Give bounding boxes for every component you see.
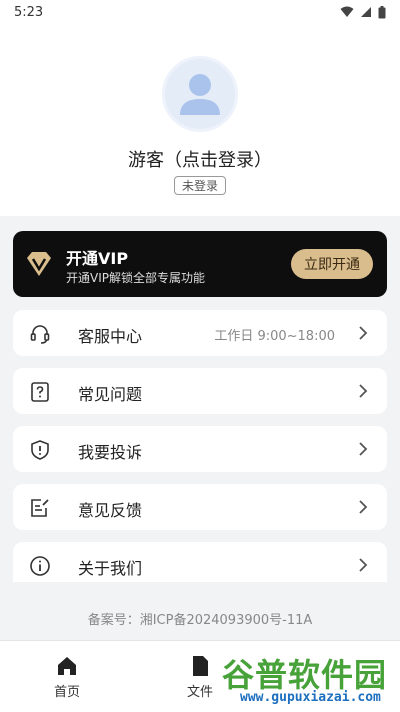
menu-item-label: 关于我们 xyxy=(78,559,143,578)
signal-icon xyxy=(361,7,371,17)
headset-icon xyxy=(30,325,50,344)
vip-banner[interactable]: 开通VIP 开通VIP解锁全部专属功能 立即开通 xyxy=(13,231,387,297)
vip-title: 开通VIP xyxy=(66,249,129,268)
tab-home[interactable]: 首页 xyxy=(27,655,107,700)
chevron-right-icon xyxy=(359,326,368,340)
chevron-right-icon xyxy=(359,384,368,398)
menu-item-label: 常见问题 xyxy=(78,385,143,404)
question-icon xyxy=(31,382,49,402)
file-icon xyxy=(193,656,208,676)
watermark-logo: 谷普软件园 www.gupuxiazai.com xyxy=(218,648,398,708)
menu-item-label: 我要投诉 xyxy=(78,443,143,462)
chevron-right-icon xyxy=(359,558,368,572)
vip-subtitle: 开通VIP解锁全部专属功能 xyxy=(66,271,205,285)
status-bar: 5:23 xyxy=(0,0,400,24)
username-login-link[interactable]: 游客（点击登录） xyxy=(0,146,400,172)
menu-item-customer-service[interactable]: 客服中心 工作日 9:00~18:00 xyxy=(13,310,387,356)
chevron-right-icon xyxy=(359,442,368,456)
icp-record: 备案号：湘ICP备2024093900号-11A xyxy=(87,613,313,628)
menu-item-faq[interactable]: 常见问题 xyxy=(13,368,387,414)
status-time: 5:23 xyxy=(14,4,44,20)
info-icon xyxy=(30,556,50,576)
wifi-icon xyxy=(340,6,354,17)
status-icons xyxy=(340,5,386,19)
menu-item-about[interactable]: 关于我们 xyxy=(13,542,387,582)
open-vip-button[interactable]: 立即开通 xyxy=(291,249,373,279)
profile-header: 游客（点击登录） 未登录 xyxy=(0,24,400,216)
battery-icon xyxy=(378,5,386,18)
menu-item-label: 意见反馈 xyxy=(78,501,143,520)
service-hours: 工作日 9:00~18:00 xyxy=(214,329,335,344)
menu-item-feedback[interactable]: 意见反馈 xyxy=(13,484,387,530)
tab-home-label: 首页 xyxy=(53,685,80,700)
menu-item-label: 客服中心 xyxy=(78,327,143,346)
user-avatar-icon xyxy=(180,74,220,115)
menu-item-complaint[interactable]: 我要投诉 xyxy=(13,426,387,472)
avatar[interactable] xyxy=(162,56,238,132)
feedback-icon xyxy=(31,499,49,517)
login-status-badge: 未登录 xyxy=(174,176,226,195)
vip-diamond-icon xyxy=(27,252,51,276)
complaint-icon xyxy=(31,440,49,460)
watermark-url: www.gupuxiazai.com xyxy=(240,690,381,705)
chevron-right-icon xyxy=(359,500,368,514)
home-icon xyxy=(58,657,76,675)
